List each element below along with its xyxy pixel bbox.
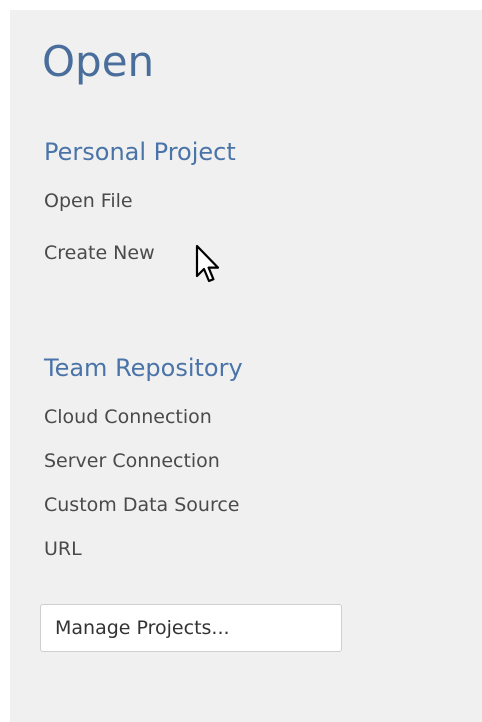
personal-project-heading: Personal Project [44,138,236,166]
arrow-pointer-icon [195,244,220,283]
cloud-connection-link[interactable]: Cloud Connection [44,404,212,430]
team-repository-heading: Team Repository [44,354,243,382]
manage-projects-button[interactable]: Manage Projects... [40,604,342,652]
page-title: Open [42,37,155,86]
server-connection-link[interactable]: Server Connection [44,448,220,474]
create-new-link[interactable]: Create New [44,240,155,266]
open-file-link[interactable]: Open File [44,188,133,214]
open-panel: Open Personal Project Open File Create N… [10,10,482,722]
custom-data-source-link[interactable]: Custom Data Source [44,492,240,518]
url-link[interactable]: URL [44,536,82,562]
